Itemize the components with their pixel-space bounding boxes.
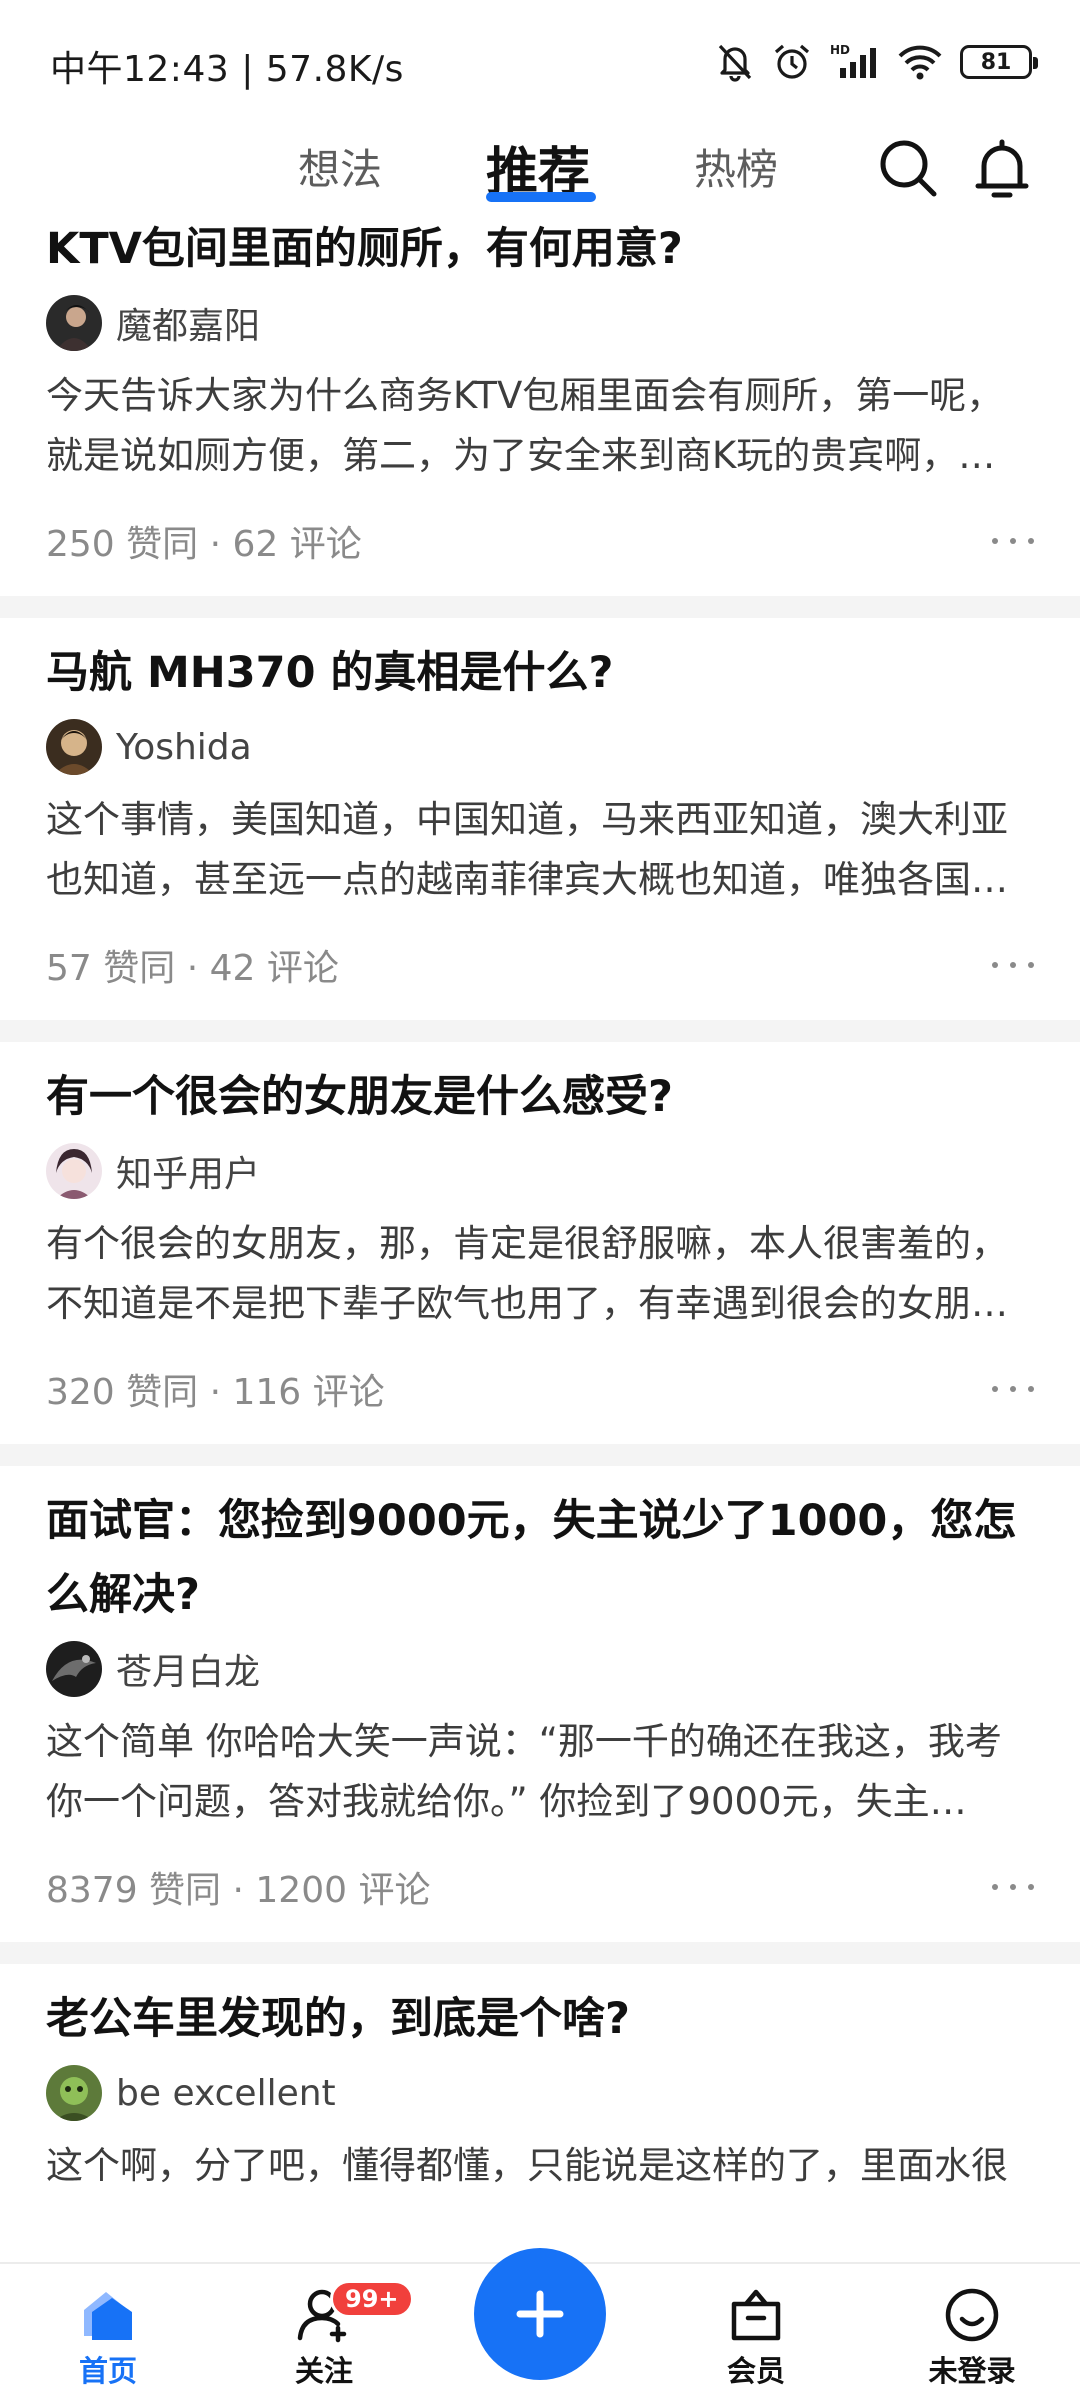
feed-list: KTV包间里面的厕所，有何用意? 魔都嘉阳 今天告诉大家为什么商务KTV包厢里面… — [0, 212, 1080, 2256]
question-title[interactable]: 马航 MH370 的真相是什么? — [46, 636, 1034, 710]
vote-comment-count: 8379 赞同 · 1200 评论 — [46, 1870, 431, 1911]
answer-excerpt[interactable]: 这个事情，美国知道，中国知道，马来西亚知道，澳大利亚 也知道，甚至远一点的越南菲… — [46, 790, 1034, 910]
nav-label: 未登录 — [928, 2354, 1016, 2388]
excerpt-line: 这个啊，分了吧，懂得都懂，只能说是这样的了，里面水很 — [46, 2144, 1008, 2187]
nav-follow[interactable]: 99+ 关注 — [244, 2264, 414, 2400]
nav-label: 首页 — [78, 2354, 137, 2388]
nav-label: 会员 — [726, 2354, 785, 2388]
author-name[interactable]: 知乎用户 — [116, 1145, 260, 1197]
title-line: 面试官：您捡到9000元，失主说少了1000，您怎 — [46, 1496, 1017, 1546]
avatar[interactable] — [46, 2065, 102, 2121]
bell-icon[interactable] — [970, 136, 1034, 200]
card-meta: 8379 赞同 · 1200 评论 — [46, 1832, 1034, 1942]
excerpt-line: 也知道，甚至远一点的越南菲律宾大概也知道，唯独各国… — [46, 858, 1008, 901]
answer-excerpt[interactable]: 有个很会的女朋友，那，肯定是很舒服嘛，本人很害羞的， 不知道是不是把下辈子欧气也… — [46, 1214, 1034, 1334]
signal-icon: HD — [830, 43, 876, 78]
feed-card[interactable]: 马航 MH370 的真相是什么? Yoshida 这个事情，美国知道，中国知道，… — [0, 618, 1080, 1020]
divider — [0, 596, 1080, 618]
notification-badge: 99+ — [330, 2280, 414, 2318]
more-options-icon[interactable] — [992, 959, 1034, 971]
question-title[interactable]: 面试官：您捡到9000元，失主说少了1000，您怎 么解决? — [46, 1484, 1034, 1632]
divider — [0, 1020, 1080, 1042]
avatar[interactable] — [46, 1143, 102, 1199]
answer-excerpt[interactable]: 今天告诉大家为什么商务KTV包厢里面会有厕所，第一呢， 就是说如厕方便，第二，为… — [46, 366, 1034, 486]
author-row[interactable]: 魔都嘉阳 — [46, 292, 1034, 354]
create-button[interactable] — [474, 2248, 606, 2380]
search-icon[interactable] — [876, 136, 940, 200]
excerpt-line: 不知道是不是把下辈子欧气也用了，有幸遇到很会的女朋… — [46, 1282, 1008, 1325]
question-title[interactable]: 有一个很会的女朋友是什么感受? — [46, 1060, 1034, 1134]
question-title[interactable]: 老公车里发现的，到底是个啥? — [46, 1982, 1034, 2056]
author-row[interactable]: 知乎用户 — [46, 1140, 1034, 1202]
status-icons: HD 81 — [716, 40, 1038, 84]
excerpt-line: 这个事情，美国知道，中国知道，马来西亚知道，澳大利亚 — [46, 798, 1008, 841]
tab-hot-list[interactable]: 热榜 — [694, 136, 778, 197]
avatar[interactable] — [46, 719, 102, 775]
svg-text:HD: HD — [830, 43, 850, 57]
excerpt-line: 这个简单 你哈哈大笑一声说：“那一千的确还在我这，我考 — [46, 1720, 1002, 1763]
card-meta: 320 赞同 · 116 评论 — [46, 1334, 1034, 1444]
excerpt-line: 今天告诉大家为什么商务KTV包厢里面会有厕所，第一呢， — [46, 374, 1004, 417]
excerpt-line: 有个很会的女朋友，那，肯定是很舒服嘛，本人很害羞的， — [46, 1222, 1008, 1265]
feed-card[interactable]: 面试官：您捡到9000元，失主说少了1000，您怎 么解决? 苍月白龙 这个简单… — [0, 1466, 1080, 1942]
question-title[interactable]: KTV包间里面的厕所，有何用意? — [46, 212, 1034, 286]
answer-excerpt[interactable]: 这个啊，分了吧，懂得都懂，只能说是这样的了，里面水很 — [46, 2136, 1034, 2256]
answer-excerpt[interactable]: 这个简单 你哈哈大笑一声说：“那一千的确还在我这，我考 你一个问题，答对我就给你… — [46, 1712, 1034, 1832]
vote-comment-count: 250 赞同 · 62 评论 — [46, 524, 362, 565]
home-icon — [84, 2292, 132, 2340]
status-bar: 中午12:43 | 57.8K/s HD 81 — [0, 0, 1080, 120]
top-nav: 想法 推荐 热榜 — [0, 118, 1080, 218]
author-row[interactable]: Yoshida — [46, 716, 1034, 778]
feed-card[interactable]: KTV包间里面的厕所，有何用意? 魔都嘉阳 今天告诉大家为什么商务KTV包厢里面… — [0, 212, 1080, 596]
wifi-icon — [898, 45, 942, 80]
divider — [0, 1942, 1080, 1964]
author-name[interactable]: 魔都嘉阳 — [116, 297, 260, 349]
nav-profile[interactable]: 未登录 — [892, 2264, 1052, 2400]
excerpt-line: 就是说如厕方便，第二，为了安全来到商K玩的贵宾啊，… — [46, 434, 996, 477]
plus-icon — [516, 2290, 564, 2338]
feed-card[interactable]: 老公车里发现的，到底是个啥? be excellent 这个啊，分了吧，懂得都懂… — [0, 1964, 1080, 2256]
nav-vip[interactable]: 会员 — [676, 2264, 836, 2400]
avatar[interactable] — [46, 1641, 102, 1697]
author-row[interactable]: 苍月白龙 — [46, 1638, 1034, 1700]
more-options-icon[interactable] — [992, 535, 1034, 547]
author-name[interactable]: be excellent — [116, 2073, 336, 2114]
excerpt-line: 你一个问题，答对我就给你。” 你捡到了9000元，失主… — [46, 1780, 967, 1823]
feed-card[interactable]: 有一个很会的女朋友是什么感受? 知乎用户 有个很会的女朋友，那，肯定是很舒服嘛，… — [0, 1042, 1080, 1444]
nav-home[interactable]: 首页 — [28, 2264, 188, 2400]
card-meta: 250 赞同 · 62 评论 — [46, 486, 1034, 596]
author-row[interactable]: be excellent — [46, 2062, 1034, 2124]
nav-label: 关注 — [294, 2354, 353, 2388]
vote-comment-count: 57 赞同 · 42 评论 — [46, 948, 339, 989]
author-name[interactable]: Yoshida — [116, 727, 252, 768]
tab-ideas[interactable]: 想法 — [298, 136, 382, 197]
avatar[interactable] — [46, 295, 102, 351]
card-meta: 57 赞同 · 42 评论 — [46, 910, 1034, 1020]
alarm-icon — [774, 44, 810, 79]
author-name[interactable]: 苍月白龙 — [116, 1643, 260, 1695]
active-tab-indicator — [486, 192, 596, 202]
divider — [0, 1444, 1080, 1466]
status-time-speed: 中午12:43 | 57.8K/s — [50, 49, 404, 90]
profile-icon — [945, 2288, 999, 2342]
more-options-icon[interactable] — [992, 1383, 1034, 1395]
title-line: 么解决? — [46, 1570, 200, 1620]
battery-indicator: 81 — [960, 45, 1038, 79]
bell-muted-icon — [718, 44, 752, 82]
vip-bag-icon — [731, 2289, 781, 2341]
vote-comment-count: 320 赞同 · 116 评论 — [46, 1372, 385, 1413]
more-options-icon[interactable] — [992, 1881, 1034, 1893]
